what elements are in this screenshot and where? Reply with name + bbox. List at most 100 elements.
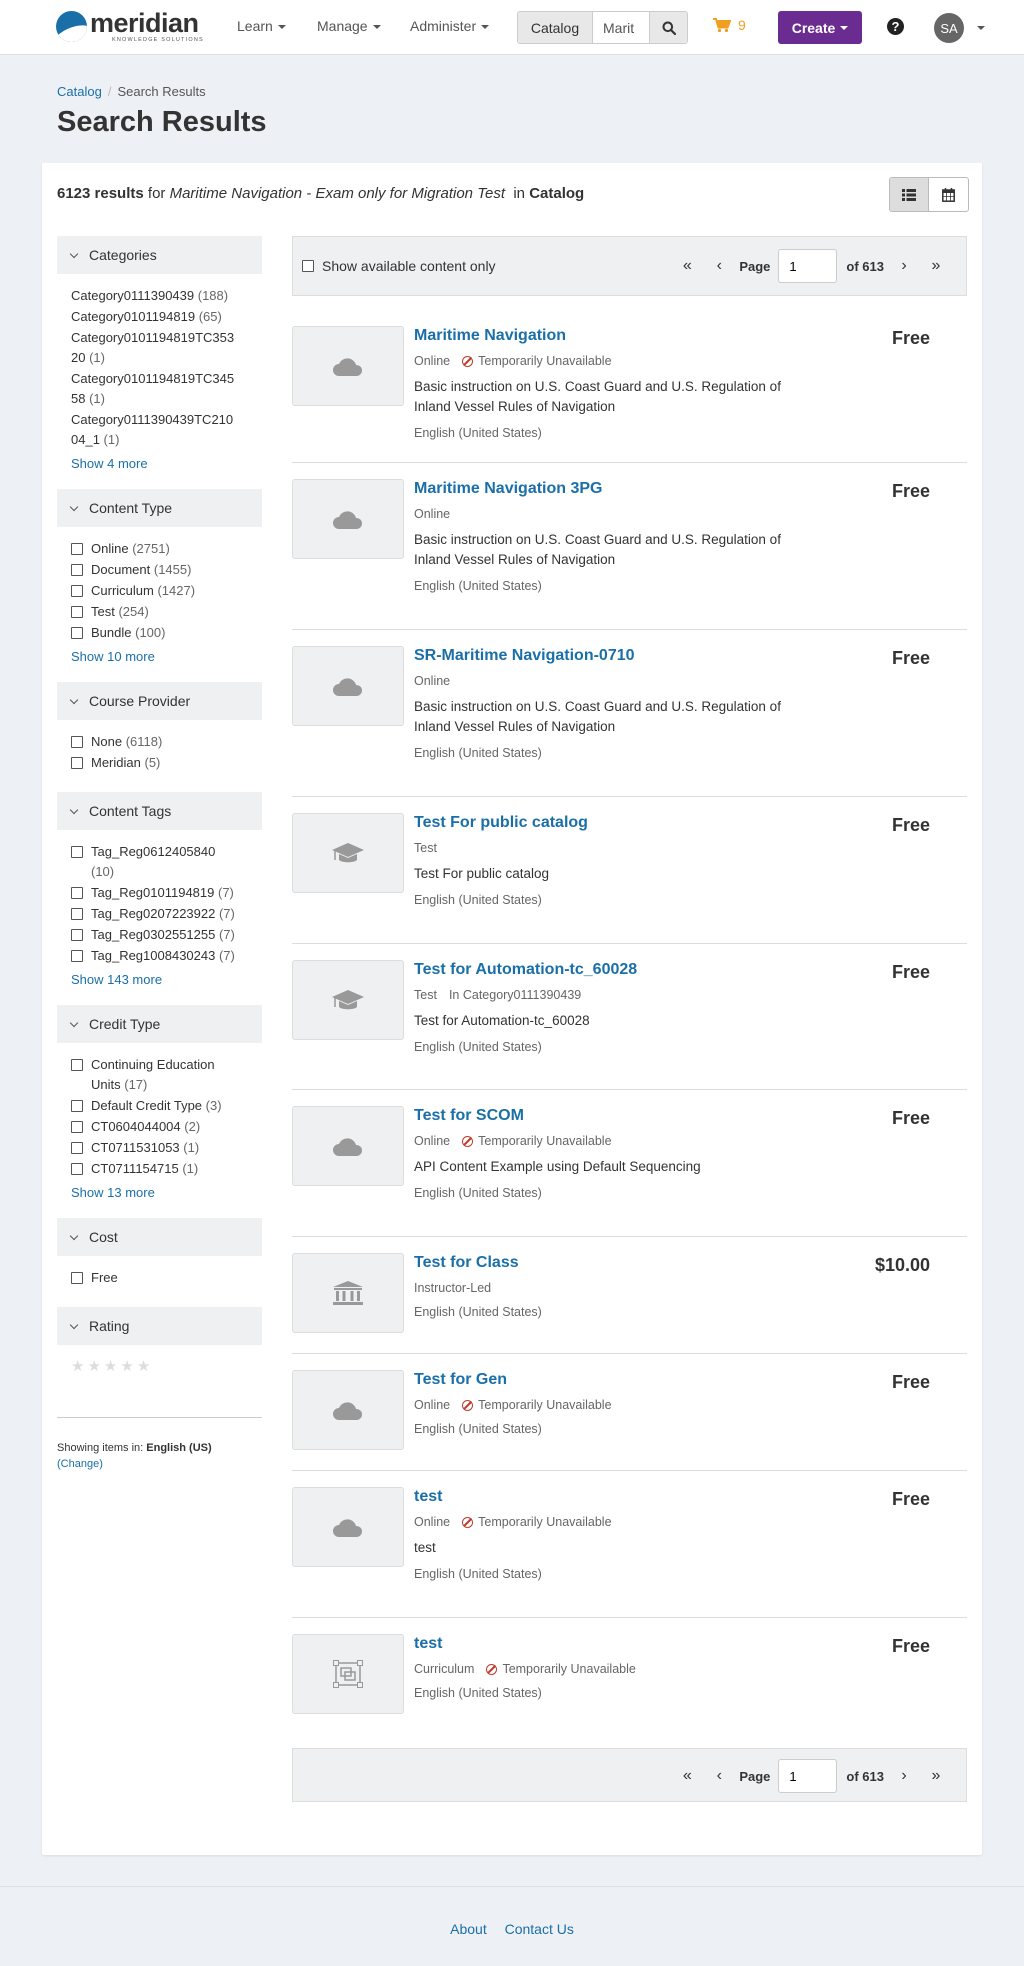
calendar-view-button[interactable] [929, 178, 968, 211]
category-filter-item[interactable]: Category0101194819 (65) [71, 307, 262, 327]
star-icon[interactable]: ★ [87, 1357, 100, 1375]
last-page-icon[interactable]: » [920, 1759, 952, 1793]
page-number-input[interactable] [778, 249, 838, 283]
facet-header-rating[interactable]: Rating [57, 1307, 262, 1345]
credit-type-checkbox[interactable]: CT0711154715 (1) [71, 1159, 262, 1179]
facet-list-content-type: Online (2751) Document (1455) Curriculum… [57, 527, 262, 682]
result-price: Free [891, 1372, 930, 1392]
content-tag-checkbox[interactable]: Tag_Reg1008430243 (7) [71, 946, 262, 966]
result-title-link[interactable]: Test for SCOM [414, 1107, 524, 1124]
credit-type-checkbox[interactable]: CT0604044004 (2) [71, 1117, 262, 1137]
result-title-link[interactable]: Test for Class [414, 1254, 519, 1271]
cloud-icon [333, 678, 363, 696]
result-thumbnail[interactable] [292, 960, 404, 1040]
content-type-checkbox[interactable]: Bundle (100) [71, 623, 262, 643]
last-page-icon[interactable]: » [920, 249, 952, 283]
result-thumbnail[interactable] [292, 326, 404, 406]
contact-us-link[interactable]: Contact Us [505, 1921, 574, 1937]
course-provider-checkbox[interactable]: None (6118) [71, 732, 262, 752]
breadcrumb-catalog-link[interactable]: Catalog [57, 84, 102, 99]
credit-type-checkbox[interactable]: CT0711531053 (1) [71, 1138, 262, 1158]
rating-stars[interactable]: ★ ★ ★ ★ ★ [71, 1357, 262, 1375]
content-tag-checkbox[interactable]: Tag_Reg0612405840 (10) [71, 842, 231, 882]
result-title-link[interactable]: Maritime Navigation [414, 327, 566, 344]
result-thumbnail[interactable] [292, 1106, 404, 1186]
result-item: test Curriculum Temporarily Unavailable E… [292, 1618, 967, 1748]
result-thumbnail[interactable] [292, 1487, 404, 1567]
star-icon[interactable]: ★ [137, 1357, 150, 1375]
result-thumbnail[interactable] [292, 813, 404, 893]
result-thumbnail[interactable] [292, 1253, 404, 1333]
cost-free-checkbox[interactable]: Free [71, 1268, 262, 1288]
content-type-checkbox[interactable]: Online (2751) [71, 539, 262, 559]
credit-type-checkbox[interactable]: Continuing Education Units (17) [71, 1055, 236, 1095]
category-filter-item[interactable]: Category0111390439 (188) [71, 286, 262, 306]
page-footer: About Contact Us [0, 1886, 1024, 1966]
facet-header-credit-type[interactable]: Credit Type [57, 1005, 262, 1043]
content-type-checkbox[interactable]: Document (1455) [71, 560, 262, 580]
page-number-input[interactable] [778, 1759, 838, 1793]
star-icon[interactable]: ★ [120, 1357, 133, 1375]
result-title-link[interactable]: Test For public catalog [414, 814, 588, 831]
result-title-link[interactable]: test [414, 1488, 442, 1505]
help-icon[interactable]: ? [887, 18, 904, 35]
next-page-icon[interactable]: › [888, 1759, 920, 1793]
credit-type-checkbox[interactable]: Default Credit Type (3) [71, 1096, 262, 1116]
facet-header-content-tags[interactable]: Content Tags [57, 792, 262, 830]
user-avatar[interactable]: SA [934, 13, 964, 43]
result-price: Free [891, 1108, 930, 1128]
change-language-link[interactable]: (Change) [57, 1458, 103, 1470]
cart-button[interactable]: 9 [713, 17, 746, 33]
content-type-checkbox[interactable]: Curriculum (1427) [71, 581, 262, 601]
create-button[interactable]: Create [778, 11, 862, 44]
about-link[interactable]: About [450, 1921, 487, 1937]
show-more-content-tags-link[interactable]: Show 143 more [71, 972, 262, 987]
list-view-button[interactable] [890, 178, 929, 211]
facet-header-categories[interactable]: Categories [57, 236, 262, 274]
result-thumbnail[interactable] [292, 479, 404, 559]
category-filter-item[interactable]: Category0101194819TC345 58 (1) [71, 369, 246, 409]
facet-header-cost[interactable]: Cost [57, 1218, 262, 1256]
meridian-logo[interactable]: meridian KNOWLEDGE SOLUTIONS [56, 10, 204, 44]
star-icon[interactable]: ★ [71, 1357, 84, 1375]
nav-menu-manage[interactable]: Manage [317, 18, 381, 34]
result-item: Test for Gen Online Temporarily Unavailab… [292, 1354, 967, 1471]
category-filter-item[interactable]: Category0111390439TC210 04_1 (1) [71, 410, 246, 450]
content-type-checkbox[interactable]: Test (254) [71, 602, 262, 622]
content-tag-checkbox[interactable]: Tag_Reg0207223922 (7) [71, 904, 262, 924]
result-thumbnail[interactable] [292, 646, 404, 726]
chevron-down-icon [69, 805, 79, 814]
nav-menu-administer[interactable]: Administer [410, 18, 490, 34]
result-title-link[interactable]: Maritime Navigation 3PG [414, 480, 603, 497]
facet-header-content-type[interactable]: Content Type [57, 489, 262, 527]
first-page-icon[interactable]: « [671, 1759, 703, 1793]
search-scope-selector[interactable]: Catalog [518, 12, 593, 43]
content-tag-checkbox[interactable]: Tag_Reg0101194819 (7) [71, 883, 262, 903]
avatar-caret-down-icon[interactable] [977, 26, 985, 30]
star-icon[interactable]: ★ [104, 1357, 117, 1375]
result-title-link[interactable]: test [414, 1635, 442, 1652]
show-more-categories-link[interactable]: Show 4 more [71, 456, 262, 471]
prev-page-icon[interactable]: ‹ [703, 1759, 735, 1793]
result-title-link[interactable]: Test for Automation-tc_60028 [414, 961, 637, 978]
prev-page-icon[interactable]: ‹ [703, 249, 735, 283]
search-input[interactable] [593, 12, 649, 43]
nav-menu-learn[interactable]: Learn [237, 18, 286, 34]
course-provider-checkbox[interactable]: Meridian (5) [71, 753, 262, 773]
search-button[interactable] [649, 12, 687, 43]
category-filter-item[interactable]: Category0101194819TC353 20 (1) [71, 328, 246, 368]
curriculum-icon [333, 1660, 363, 1688]
facet-header-course-provider[interactable]: Course Provider [57, 682, 262, 720]
result-title-link[interactable]: Test for Gen [414, 1371, 507, 1388]
result-thumbnail[interactable] [292, 1370, 404, 1450]
result-title-link[interactable]: SR-Maritime Navigation-0710 [414, 647, 635, 664]
available-only-toggle[interactable]: Show available content only [302, 258, 496, 274]
search-group: Catalog [517, 11, 688, 44]
show-more-credit-type-link[interactable]: Show 13 more [71, 1185, 262, 1200]
content-tag-checkbox[interactable]: Tag_Reg0302551255 (7) [71, 925, 262, 945]
show-more-content-type-link[interactable]: Show 10 more [71, 649, 262, 664]
result-item: Maritime Navigation Online Temporarily Un… [292, 296, 967, 463]
result-thumbnail[interactable] [292, 1634, 404, 1714]
first-page-icon[interactable]: « [671, 249, 703, 283]
next-page-icon[interactable]: › [888, 249, 920, 283]
